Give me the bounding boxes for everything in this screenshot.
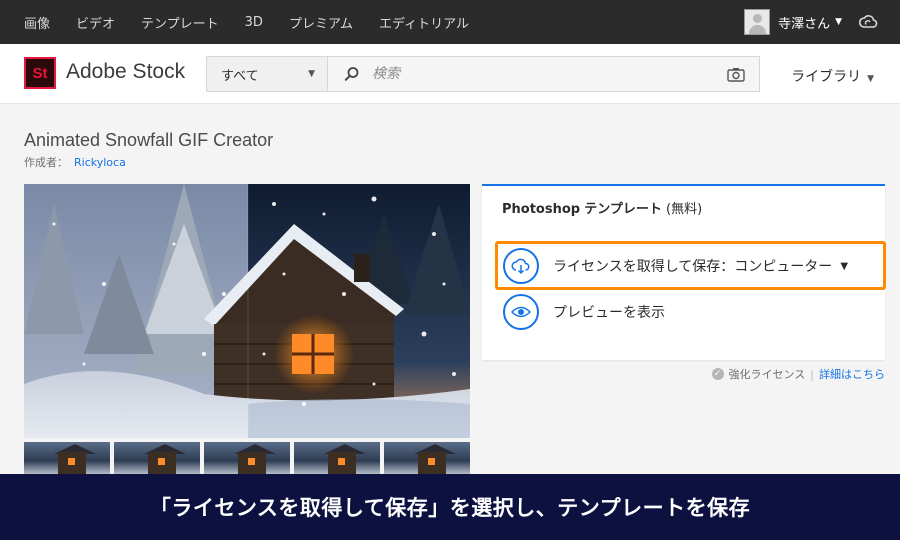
thumb-window bbox=[248, 458, 256, 465]
user-avatar-icon[interactable] bbox=[744, 9, 771, 35]
search-input[interactable] bbox=[328, 57, 759, 91]
thumbnail-1[interactable] bbox=[24, 442, 110, 476]
camera-icon[interactable] bbox=[727, 67, 745, 82]
license-and-save-label: ライセンスを取得して保存：コンピューター bbox=[553, 259, 833, 275]
chevron-down-icon: ▼ bbox=[835, 17, 842, 27]
thumb-window bbox=[338, 458, 346, 465]
license-and-save-button[interactable]: ライセンスを取得して保存：コンピューター ▼ bbox=[503, 248, 848, 284]
license-info-row: ✓ 強化ライセンス | 詳細はこちら bbox=[711, 366, 885, 382]
separator: | bbox=[810, 367, 814, 381]
search-icon bbox=[344, 67, 359, 81]
search-category-select[interactable]: すべて ▼ bbox=[207, 57, 328, 91]
author-label: 作成者： bbox=[24, 156, 68, 169]
search-category-value: すべて bbox=[221, 68, 259, 84]
asset-byline: 作成者： Rickyloca bbox=[24, 154, 126, 170]
eye-icon bbox=[503, 294, 539, 330]
site-header: St Adobe Stock すべて ▼ ライブラリ ▼ bbox=[0, 44, 900, 104]
enhanced-license-label: 強化ライセンス bbox=[728, 368, 806, 381]
product-name: Photoshop bbox=[502, 202, 581, 217]
caption-banner: 「ライセンスを取得して保存」を選択し、テンプレートを保存 bbox=[0, 474, 900, 540]
cloud-download-icon bbox=[503, 248, 539, 284]
thumbnail-4[interactable] bbox=[294, 442, 380, 476]
nav-item-images[interactable]: 画像 bbox=[24, 13, 50, 32]
author-link[interactable]: Rickyloca bbox=[74, 156, 126, 169]
asset-type-heading: Photoshop テンプレート (無料) bbox=[502, 198, 702, 217]
show-preview-button[interactable]: プレビューを表示 bbox=[503, 294, 665, 330]
thumbnail-5[interactable] bbox=[384, 442, 470, 476]
caption-text: 「ライセンスを取得して保存」を選択し、テンプレートを保存 bbox=[149, 496, 751, 520]
asset-preview-image[interactable] bbox=[24, 184, 470, 438]
chevron-down-icon: ▼ bbox=[867, 74, 874, 84]
chevron-down-icon: ▼ bbox=[308, 69, 315, 79]
avatar-head bbox=[753, 14, 763, 23]
thumb-window bbox=[158, 458, 166, 465]
thumb-window bbox=[428, 458, 436, 465]
library-menu-button[interactable]: ライブラリ ▼ bbox=[791, 66, 874, 86]
account-menu-button[interactable]: 寺澤さん ▼ bbox=[778, 13, 842, 32]
thumb-window bbox=[68, 458, 76, 465]
top-navigation: 画像 ビデオ テンプレート 3D プレミアム エディトリアル 寺澤さん ▼ bbox=[0, 0, 900, 44]
thumbnail-3[interactable] bbox=[204, 442, 290, 476]
username-label: 寺澤さん bbox=[778, 16, 831, 32]
details-link[interactable]: 詳細はこちら bbox=[819, 366, 885, 382]
search-bar: すべて ▼ bbox=[206, 56, 760, 92]
checkmark-icon: ✓ bbox=[711, 368, 724, 380]
adobe-stock-logo[interactable]: St bbox=[24, 57, 56, 89]
eye-glyph bbox=[511, 306, 531, 318]
cloud-download-glyph bbox=[511, 258, 530, 275]
chevron-down-icon[interactable]: ▼ bbox=[840, 261, 848, 272]
asset-type: テンプレート bbox=[584, 202, 662, 217]
snowy-cabin-illustration bbox=[24, 184, 470, 438]
account-area: 寺澤さん ▼ bbox=[744, 0, 900, 44]
search-input-wrap bbox=[328, 57, 759, 91]
library-label: ライブラリ bbox=[791, 69, 862, 85]
creative-cloud-icon[interactable] bbox=[858, 12, 878, 32]
nav-item-premium[interactable]: プレミアム bbox=[289, 13, 353, 32]
avatar-body bbox=[749, 25, 767, 34]
nav-item-templates[interactable]: テンプレート bbox=[141, 13, 219, 32]
thumbnail-strip bbox=[24, 442, 470, 476]
price-label: (無料) bbox=[666, 202, 703, 217]
asset-title: Animated Snowfall GIF Creator bbox=[24, 130, 274, 150]
nav-item-video[interactable]: ビデオ bbox=[76, 13, 115, 32]
nav-item-3d[interactable]: 3D bbox=[245, 15, 263, 30]
nav-item-editorial[interactable]: エディトリアル bbox=[379, 13, 469, 32]
brand-name[interactable]: Adobe Stock bbox=[66, 60, 185, 84]
thumbnail-2[interactable] bbox=[114, 442, 200, 476]
show-preview-label: プレビューを表示 bbox=[553, 305, 665, 321]
